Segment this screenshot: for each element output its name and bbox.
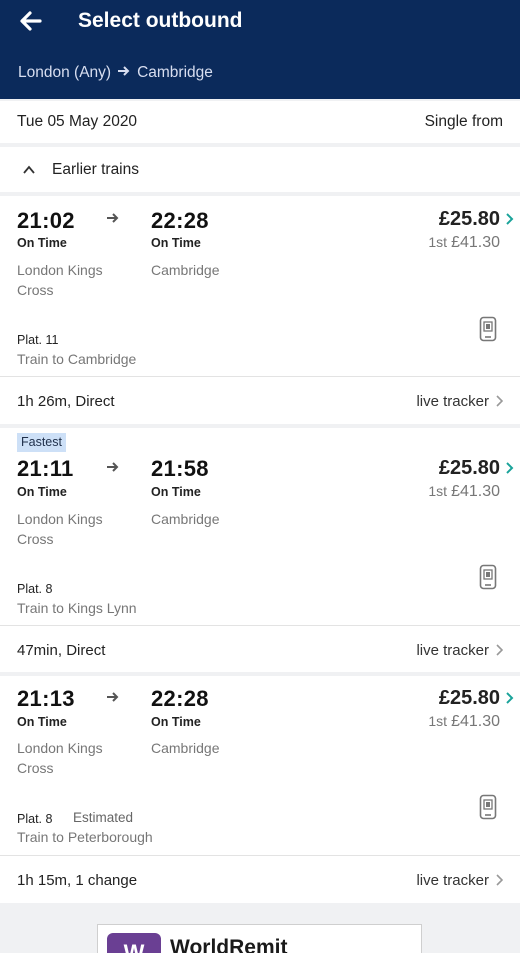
live-tracker-label: live tracker <box>416 641 489 659</box>
first-class-price[interactable]: 1st £41.30 <box>428 713 500 731</box>
right-arrow-icon <box>118 66 130 76</box>
chevron-right-icon <box>496 874 503 886</box>
mobile-ticket-icon <box>479 316 497 342</box>
service-destination: Train to Cambridge <box>17 351 137 367</box>
origin-label: London (Any) <box>18 64 112 81</box>
first-class-amount: £41.30 <box>451 483 500 500</box>
right-arrow-icon <box>107 213 119 223</box>
departure-station-line2: Cross <box>17 531 54 547</box>
departure-station-line1: London Kings <box>17 511 103 527</box>
arrival-status: On Time <box>151 715 201 729</box>
departure-time: 21:13 <box>17 686 75 711</box>
live-tracker-label: live tracker <box>416 392 489 410</box>
chevron-right-icon[interactable] <box>504 462 514 474</box>
platform-label: Plat. 8 <box>17 812 53 826</box>
departure-status: On Time <box>17 485 67 499</box>
departure-status: On Time <box>17 715 67 729</box>
earlier-trains-label: Earlier trains <box>52 160 139 178</box>
destination-label: Cambridge <box>137 64 213 81</box>
first-class-amount: £41.30 <box>451 234 500 251</box>
earlier-trains-button[interactable]: Earlier trains <box>0 147 520 192</box>
chevron-right-icon <box>496 644 503 656</box>
page-title: Select outbound <box>78 9 243 32</box>
live-tracker-link[interactable]: live tracker <box>416 872 503 889</box>
departure-station-line1: London Kings <box>17 262 103 278</box>
departure-station-line2: Cross <box>17 282 54 298</box>
duration-label: 47min, Direct <box>17 641 106 659</box>
arrival-status: On Time <box>151 485 201 499</box>
live-tracker-link[interactable]: live tracker <box>416 642 503 659</box>
date-bar: Tue 05 May 2020 Single from <box>0 101 520 143</box>
first-class-label: 1st <box>428 483 448 499</box>
departure-station: London Kings Cross <box>17 738 127 778</box>
duration-label: 1h 15m, 1 change <box>17 871 138 889</box>
departure-station-line2: Cross <box>17 760 54 776</box>
chevron-right-icon[interactable] <box>504 692 514 704</box>
advertiser-name: WorldRemit <box>170 936 288 953</box>
journey-card[interactable]: Fastest 21:11 21:58 On Time On Time Lond… <box>0 428 520 672</box>
standard-price[interactable]: £25.80 <box>439 457 500 480</box>
service-destination: Train to Kings Lynn <box>17 600 137 616</box>
chevron-up-icon <box>23 165 35 174</box>
platform-estimated-note: Estimated <box>73 810 134 825</box>
first-class-label: 1st <box>428 234 448 250</box>
route-summary: London (Any) Cambridge <box>18 64 213 82</box>
back-arrow-icon[interactable] <box>18 8 44 34</box>
departure-status: On Time <box>17 236 67 250</box>
journey-card[interactable]: 21:02 22:28 On Time On Time London Kings… <box>0 196 520 424</box>
first-class-price[interactable]: 1st £41.30 <box>428 483 500 501</box>
right-arrow-icon <box>107 462 119 472</box>
departure-station: London Kings Cross <box>17 509 127 549</box>
advertisement-banner[interactable]: W WorldRemit <box>97 924 422 953</box>
chevron-right-icon <box>496 395 503 407</box>
arrival-station: Cambridge <box>151 511 220 527</box>
right-arrow-icon <box>107 692 119 702</box>
arrival-time: 22:28 <box>151 686 209 711</box>
arrival-station: Cambridge <box>151 262 220 278</box>
fastest-badge: Fastest <box>17 433 66 452</box>
departure-station-line1: London Kings <box>17 740 103 756</box>
journey-footer: 1h 15m, 1 change live tracker <box>0 856 520 904</box>
departure-station: London Kings Cross <box>17 260 127 300</box>
journey-footer: 1h 26m, Direct live tracker <box>0 377 520 425</box>
worldremit-logo: W <box>107 933 161 953</box>
chevron-right-icon[interactable] <box>504 213 514 225</box>
ticket-type: Single from <box>424 113 503 130</box>
arrival-station: Cambridge <box>151 740 220 756</box>
mobile-ticket-icon <box>479 794 497 820</box>
live-tracker-label: live tracker <box>416 871 489 889</box>
live-tracker-link[interactable]: live tracker <box>416 393 503 410</box>
mobile-ticket-icon <box>479 564 497 590</box>
arrival-time: 22:28 <box>151 208 209 233</box>
standard-price[interactable]: £25.80 <box>439 208 500 231</box>
journey-footer: 47min, Direct live tracker <box>0 626 520 674</box>
first-class-price[interactable]: 1st £41.30 <box>428 234 500 252</box>
departure-time: 21:11 <box>17 456 74 481</box>
duration-label: 1h 26m, Direct <box>17 392 115 410</box>
app-header: Select outbound London (Any) Cambridge <box>0 0 520 99</box>
departure-time: 21:02 <box>17 208 75 233</box>
travel-date[interactable]: Tue 05 May 2020 <box>17 113 137 131</box>
service-destination: Train to Peterborough <box>17 829 153 845</box>
platform-label: Plat. 11 <box>17 333 59 347</box>
journey-card[interactable]: 21:13 22:28 On Time On Time London Kings… <box>0 676 520 903</box>
platform-label: Plat. 8 <box>17 582 53 596</box>
first-class-amount: £41.30 <box>451 713 500 730</box>
first-class-label: 1st <box>428 713 448 729</box>
arrival-status: On Time <box>151 236 201 250</box>
standard-price[interactable]: £25.80 <box>439 687 500 710</box>
arrival-time: 21:58 <box>151 456 209 481</box>
